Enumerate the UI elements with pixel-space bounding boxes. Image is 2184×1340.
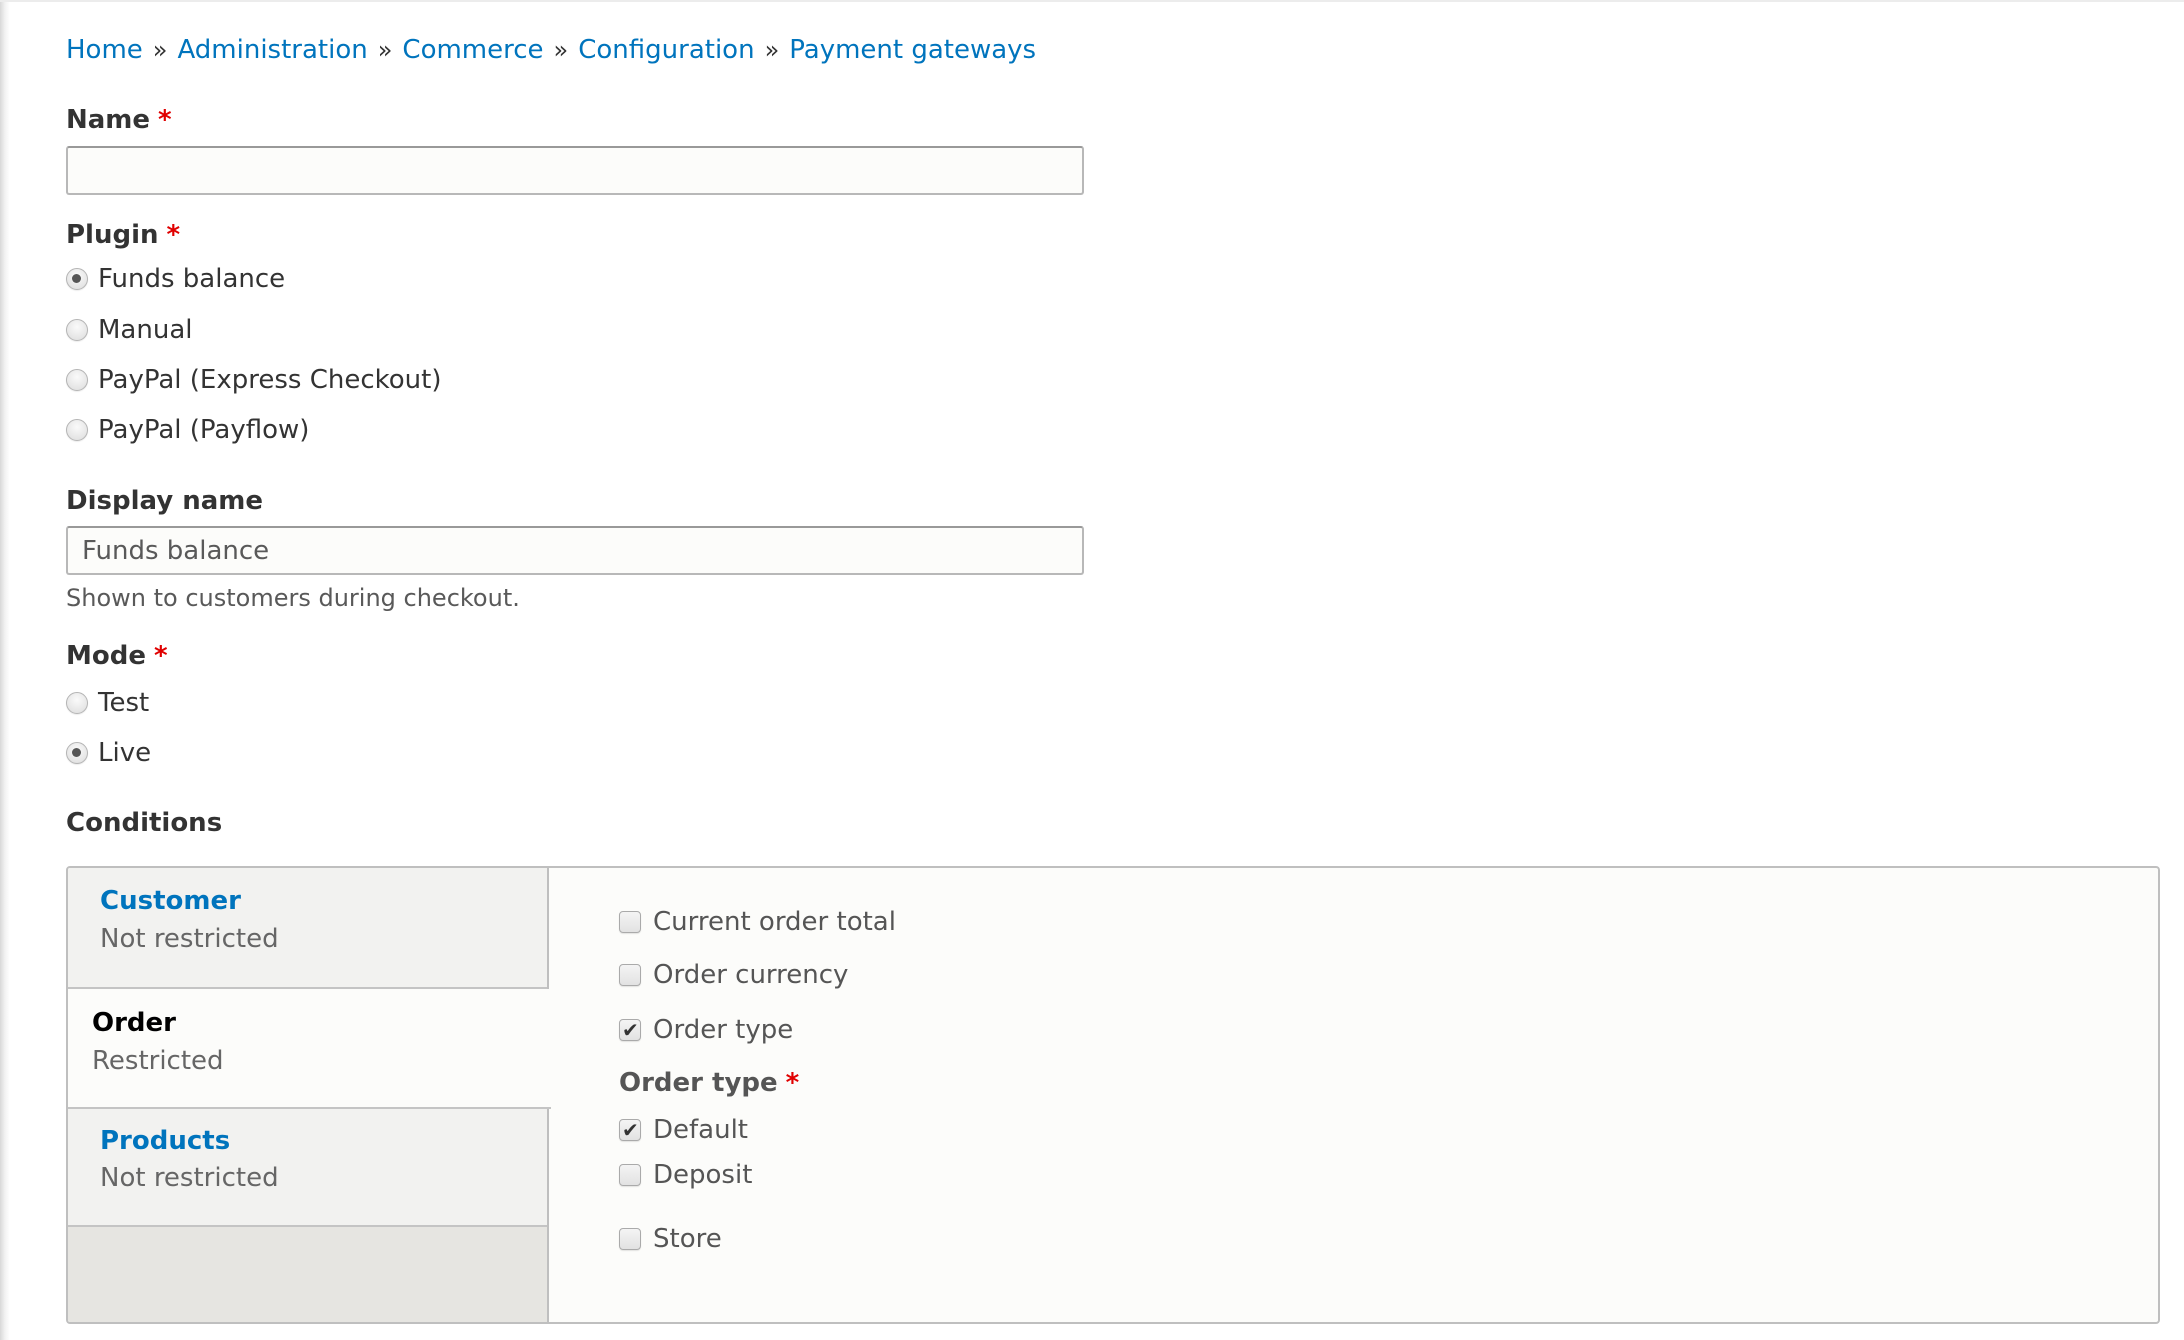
radio-label: PayPal (Express Checkout) (98, 365, 442, 395)
order-type-label: Order type * (619, 1067, 799, 1099)
breadcrumb-commerce[interactable]: Commerce (402, 35, 543, 65)
mode-option-live[interactable]: Live (66, 737, 151, 769)
checkbox-label: Store (653, 1224, 722, 1254)
breadcrumb-separator: » (553, 36, 569, 64)
order-type-default[interactable]: Default (619, 1114, 748, 1146)
mode-label-text: Mode (66, 641, 146, 671)
display-name-label: Display name (66, 485, 263, 517)
checkbox[interactable] (619, 964, 641, 986)
breadcrumb-separator: » (764, 36, 780, 64)
name-label: Name * (66, 104, 172, 136)
tab-summary: Restricted (92, 1046, 224, 1076)
breadcrumb-separator: » (152, 36, 168, 64)
plugin-option-funds-balance[interactable]: Funds balance (66, 263, 285, 295)
tab-summary: Not restricted (100, 924, 279, 954)
breadcrumb-separator: » (377, 36, 393, 64)
checkbox[interactable] (619, 911, 641, 933)
tab-title: Customer (100, 886, 241, 916)
radio-label: Funds balance (98, 264, 286, 294)
checkbox-label: Order type (653, 1015, 794, 1045)
breadcrumb: Home » Administration » Commerce » Configurati… (66, 33, 1036, 67)
radio-label: Manual (98, 315, 193, 345)
condition-current-order-total[interactable]: Current order total (619, 906, 896, 938)
breadcrumb-payment-gateways[interactable]: Payment gateways (789, 35, 1036, 65)
tab-title: Order (92, 1008, 176, 1038)
display-name-description: Shown to customers during checkout. (66, 584, 520, 612)
required-marker: * (785, 1068, 800, 1098)
order-conditions-pane: Current order total Order currency Order… (549, 868, 2158, 1322)
required-marker: * (153, 641, 168, 671)
checkbox-label: Deposit (653, 1160, 753, 1190)
condition-order-type[interactable]: Order type (619, 1014, 793, 1046)
conditions-vertical-tabs: Customer Not restricted Order Restricted… (66, 866, 2160, 1324)
condition-store[interactable]: Store (619, 1223, 722, 1255)
order-type-label-text: Order type (619, 1068, 778, 1098)
tab-order[interactable]: Order Restricted (68, 989, 551, 1109)
conditions-label-text: Conditions (66, 808, 223, 838)
display-name-input[interactable] (66, 526, 1084, 575)
tab-title: Products (100, 1126, 231, 1156)
plugin-label: Plugin * (66, 219, 180, 251)
checkbox[interactable] (619, 1164, 641, 1186)
display-name-label-text: Display name (66, 486, 264, 516)
checkbox-label: Order currency (653, 960, 849, 990)
vertical-tabs-menu: Customer Not restricted Order Restricted… (68, 868, 551, 1322)
page-top-edge (0, 0, 2184, 2)
checkbox-checked[interactable] (619, 1016, 641, 1044)
plugin-label-text: Plugin (66, 220, 159, 250)
breadcrumb-administration[interactable]: Administration (177, 35, 367, 65)
checkbox-label: Current order total (653, 907, 896, 937)
name-input[interactable] (66, 146, 1084, 195)
radio-button[interactable] (66, 268, 88, 290)
breadcrumb-home[interactable]: Home (66, 35, 143, 65)
order-type-deposit[interactable]: Deposit (619, 1159, 752, 1191)
conditions-label: Conditions (66, 807, 222, 839)
radio-button[interactable] (66, 742, 88, 764)
checkbox[interactable] (619, 1228, 641, 1250)
name-label-text: Name (66, 105, 151, 135)
checkbox-checked[interactable] (619, 1116, 641, 1144)
mode-option-test[interactable]: Test (66, 687, 149, 719)
mode-label: Mode * (66, 640, 168, 672)
breadcrumb-configuration[interactable]: Configuration (578, 35, 754, 65)
tab-summary: Not restricted (100, 1163, 279, 1193)
tab-customer[interactable]: Customer Not restricted (68, 868, 547, 989)
checkbox-label: Default (653, 1115, 748, 1145)
radio-button[interactable] (66, 319, 88, 341)
plugin-option-manual[interactable]: Manual (66, 314, 192, 346)
radio-label: Test (98, 688, 150, 718)
page-edge-shadow (0, 0, 10, 1340)
condition-order-currency[interactable]: Order currency (619, 959, 848, 991)
plugin-option-paypal-payflow[interactable]: PayPal (Payflow) (66, 414, 309, 446)
required-marker: * (158, 105, 172, 135)
required-marker: * (166, 220, 181, 250)
radio-button[interactable] (66, 692, 88, 714)
radio-label: Live (98, 738, 152, 768)
radio-label: PayPal (Payflow) (98, 415, 310, 445)
plugin-option-paypal-express-checkout[interactable]: PayPal (Express Checkout) (66, 364, 441, 396)
tab-products[interactable]: Products Not restricted (68, 1109, 547, 1227)
radio-button[interactable] (66, 419, 88, 441)
radio-button[interactable] (66, 369, 88, 391)
